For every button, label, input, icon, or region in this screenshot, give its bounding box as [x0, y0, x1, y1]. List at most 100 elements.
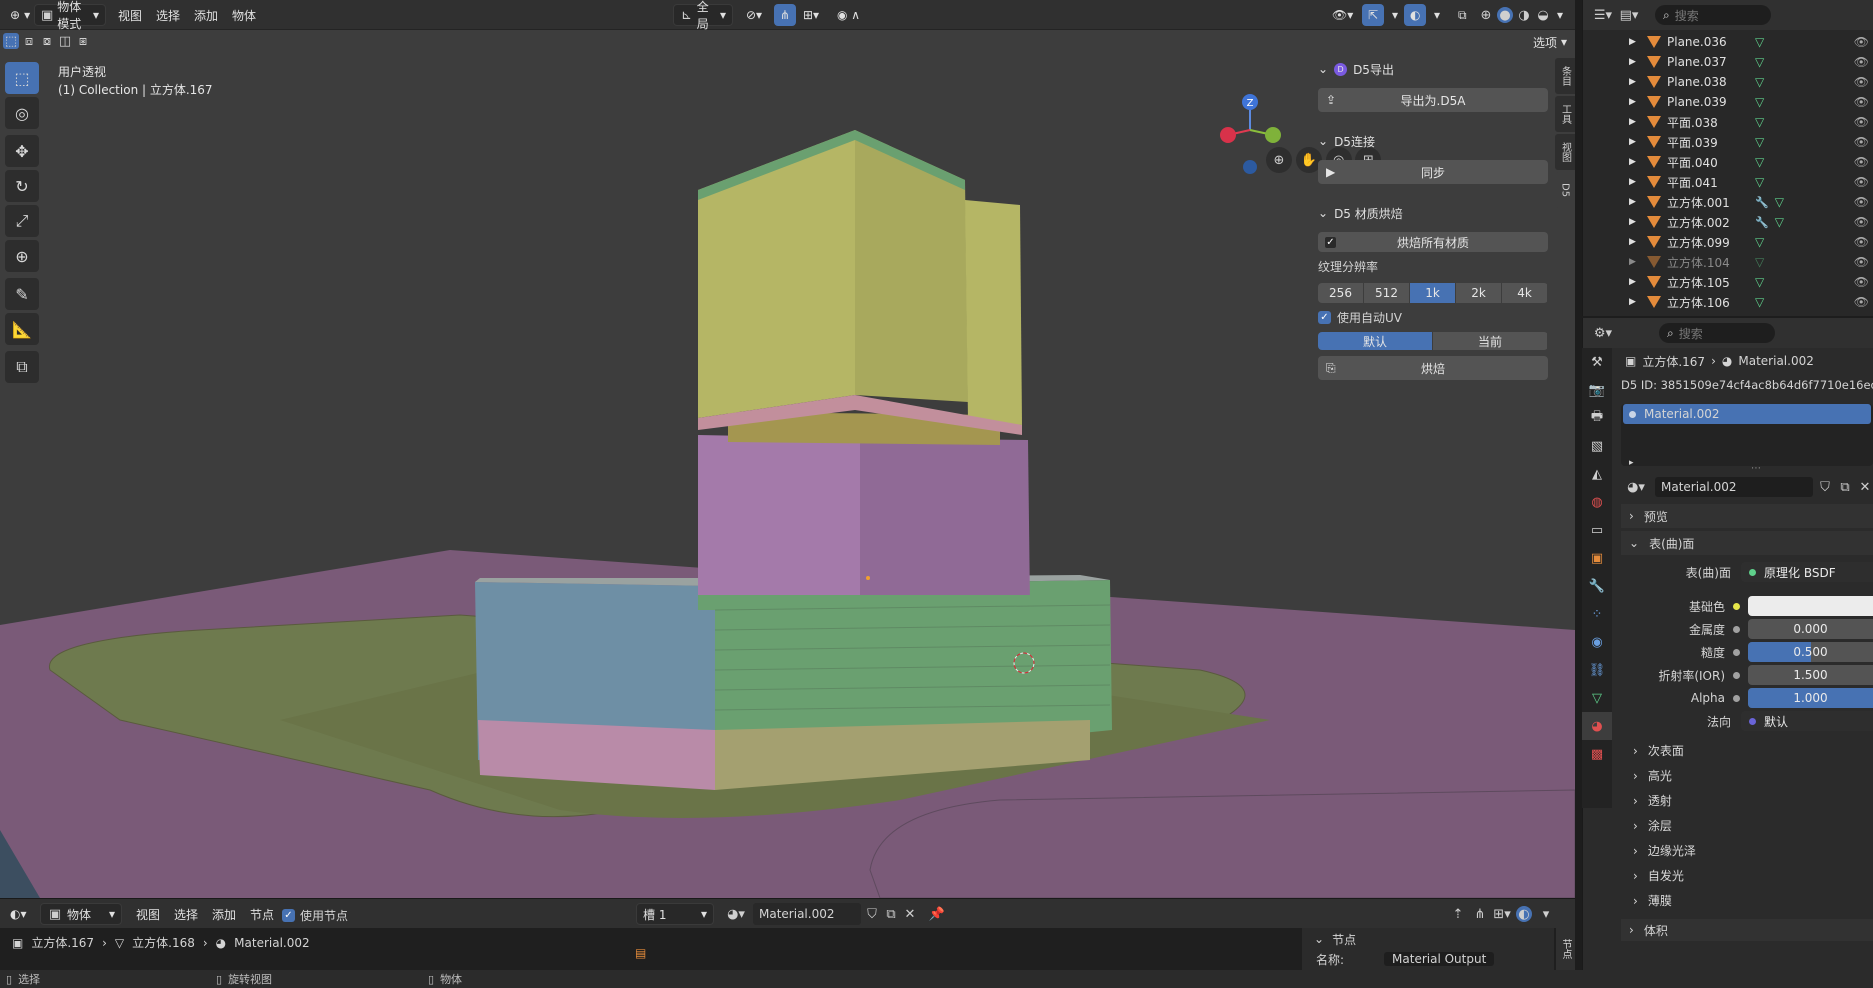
- bsdf-value-slider[interactable]: 0.500: [1748, 642, 1873, 662]
- surface-panel-header[interactable]: ⌄ 表(曲)面: [1621, 531, 1873, 555]
- d5-export-header[interactable]: ⌄ D D5导出: [1310, 58, 1550, 80]
- visibility-eye-icon[interactable]: 👁: [1854, 75, 1869, 89]
- expand-arrow-icon[interactable]: ▶: [1629, 77, 1641, 87]
- expand-arrow-icon[interactable]: ▶: [1629, 57, 1641, 67]
- xray-toggle[interactable]: ⧉: [1452, 4, 1473, 26]
- visibility-eye-icon[interactable]: 👁: [1854, 175, 1869, 189]
- ne-menu-select[interactable]: 选择: [168, 903, 204, 925]
- snap-toggle[interactable]: ⋔: [774, 4, 796, 26]
- measure-tool-icon[interactable]: 📐: [5, 313, 39, 345]
- visibility-eye-icon[interactable]: 👁: [1854, 215, 1869, 229]
- volume-panel-header[interactable]: › 体积: [1621, 919, 1873, 941]
- res-4k[interactable]: 4k: [1502, 283, 1547, 303]
- expand-arrow-icon[interactable]: ▶: [1629, 257, 1641, 267]
- bsdf-value-slider[interactable]: 1.000: [1748, 688, 1873, 708]
- snap-target-button[interactable]: ⊞▾: [797, 4, 825, 26]
- visibility-eye-icon[interactable]: 👁: [1854, 55, 1869, 69]
- res-1k[interactable]: 1k: [1410, 283, 1455, 303]
- menu-object[interactable]: 物体: [226, 4, 262, 26]
- world-tab-icon[interactable]: ◍: [1582, 488, 1612, 516]
- subsection-header[interactable]: › 薄膜: [1621, 888, 1873, 913]
- add-cube-tool-icon[interactable]: ⧉: [5, 351, 39, 383]
- outliner-item[interactable]: ▶ Plane.039 ▽ 👁: [1583, 92, 1873, 112]
- subsection-header[interactable]: › 透射: [1621, 788, 1873, 813]
- expand-arrow-icon[interactable]: ▶: [1629, 157, 1641, 167]
- tool-tab-icon[interactable]: ⚒: [1582, 348, 1612, 376]
- select-extend-icon[interactable]: ⧈: [21, 33, 37, 49]
- visibility-eye-icon[interactable]: 👁: [1854, 95, 1869, 109]
- expand-arrow-icon[interactable]: ▶: [1629, 137, 1641, 147]
- sync-button[interactable]: ▶ 同步: [1318, 160, 1548, 184]
- duplicate-icon[interactable]: ⧉: [1837, 479, 1853, 495]
- res-2k[interactable]: 2k: [1456, 283, 1501, 303]
- outliner-item[interactable]: ▶ 立方体.001 🔧 ▽ 👁: [1583, 192, 1873, 212]
- render-tab-icon[interactable]: 📷: [1582, 376, 1612, 404]
- ne-tab-node[interactable]: 节点: [1556, 928, 1575, 970]
- subsection-header[interactable]: › 边缘光泽: [1621, 838, 1873, 863]
- browse-material-icon[interactable]: ◕▾: [722, 906, 750, 922]
- menu-view[interactable]: 视图: [112, 4, 148, 26]
- tab-item[interactable]: 条目: [1555, 58, 1575, 94]
- collection-tab-icon[interactable]: ▭: [1582, 516, 1612, 544]
- solid-shading-icon[interactable]: ●: [1497, 7, 1513, 23]
- outliner-item[interactable]: ▶ 立方体.002 🔧 ▽ 👁: [1583, 212, 1873, 232]
- annotate-tool-icon[interactable]: ✎: [5, 278, 39, 310]
- close-icon[interactable]: ✕: [902, 906, 918, 922]
- select-subtract-icon[interactable]: ⧇: [39, 33, 55, 49]
- modifier-tab-icon[interactable]: 🔧: [1582, 572, 1612, 600]
- snap-icon[interactable]: ⋔: [1472, 906, 1488, 922]
- visibility-eye-icon[interactable]: 👁: [1854, 135, 1869, 149]
- expand-arrow-icon[interactable]: ▶: [1629, 277, 1641, 287]
- rotate-tool-icon[interactable]: ↻: [5, 170, 39, 202]
- ne-menu-view[interactable]: 视图: [130, 903, 166, 925]
- cursor-tool-icon[interactable]: ◎: [5, 97, 39, 129]
- node-panel-header[interactable]: ⌄ 节点: [1302, 928, 1554, 950]
- outliner-item[interactable]: ▶ 平面.040 ▽ 👁: [1583, 152, 1873, 172]
- use-nodes-checkbox[interactable]: ✓ 使用节点: [282, 907, 348, 924]
- visibility-eye-icon[interactable]: 👁: [1854, 235, 1869, 249]
- visibility-eye-icon[interactable]: 👁: [1854, 255, 1869, 269]
- object-tab-icon[interactable]: ▣: [1582, 544, 1612, 572]
- outliner-search-input[interactable]: ⌕ 搜索: [1655, 5, 1771, 25]
- transform-tool-icon[interactable]: ⊕: [5, 240, 39, 272]
- scene-tab-icon[interactable]: ◭: [1582, 460, 1612, 488]
- fake-user-icon[interactable]: ⛉: [1817, 479, 1833, 495]
- bsdf-value-slider[interactable]: 0.000: [1748, 619, 1873, 639]
- gizmo-dropdown[interactable]: ▾: [1386, 4, 1404, 26]
- ne-menu-node[interactable]: 节点: [244, 903, 280, 925]
- output-tab-icon[interactable]: 🖶: [1582, 404, 1612, 432]
- shader-type-dropdown[interactable]: ▣ 物体 ▾: [40, 903, 122, 925]
- transform-orientation-dropdown[interactable]: ⊾ 全局 ▾: [673, 0, 733, 31]
- outliner-item[interactable]: ▶ Plane.037 ▽ 👁: [1583, 52, 1873, 72]
- node-editor-canvas[interactable]: ▣ 立方体.167 › ▽ 立方体.168 › ◕ Material.002 ▤…: [0, 928, 1575, 970]
- scale-tool-icon[interactable]: ⤢: [5, 205, 39, 237]
- texture-tab-icon[interactable]: ▩: [1582, 740, 1612, 768]
- outliner-item[interactable]: ▶ 平面.041 ▽ 👁: [1583, 172, 1873, 192]
- duplicate-icon[interactable]: ⧉: [883, 906, 899, 922]
- ne-overlay-icon[interactable]: ◐: [1516, 906, 1532, 922]
- expand-arrow-icon[interactable]: ▶: [1629, 177, 1641, 187]
- zoom-icon[interactable]: ⊕: [1266, 147, 1292, 173]
- gizmo-toggle[interactable]: ⇱: [1362, 4, 1384, 26]
- bake-button[interactable]: ⎘ 烘焙: [1318, 356, 1548, 380]
- bake-all-toggle[interactable]: ✓ 烘焙所有材质: [1318, 232, 1548, 252]
- select-new-icon[interactable]: ⬚: [3, 33, 19, 49]
- constraints-tab-icon[interactable]: ⛓: [1582, 656, 1612, 684]
- pin-icon[interactable]: 📌: [929, 906, 945, 922]
- visibility-eye-icon[interactable]: 👁: [1854, 115, 1869, 129]
- chevron-down-icon[interactable]: ▾: [1538, 906, 1554, 922]
- outliner-item[interactable]: ▶ 平面.038 ▽ 👁: [1583, 112, 1873, 132]
- shading-dropdown[interactable]: ▾: [1551, 4, 1569, 26]
- visibility-eye-icon[interactable]: 👁: [1854, 195, 1869, 209]
- wireframe-shading-icon[interactable]: ⊕: [1478, 7, 1494, 23]
- properties-search-input[interactable]: ⌕ 搜索: [1659, 323, 1775, 343]
- ne-menu-add[interactable]: 添加: [206, 903, 242, 925]
- res-256[interactable]: 256: [1318, 283, 1363, 303]
- expand-arrow-icon[interactable]: ▶: [1629, 97, 1641, 107]
- expand-arrow-icon[interactable]: ▶: [1629, 37, 1641, 47]
- snap-settings-icon[interactable]: ⊞▾: [1493, 906, 1510, 922]
- subsection-header[interactable]: › 自发光: [1621, 863, 1873, 888]
- material-slot-item[interactable]: Material.002: [1623, 404, 1871, 424]
- select-intersect-icon[interactable]: ⧆: [75, 33, 91, 49]
- outliner-item[interactable]: ▶ 平面.039 ▽ 👁: [1583, 132, 1873, 152]
